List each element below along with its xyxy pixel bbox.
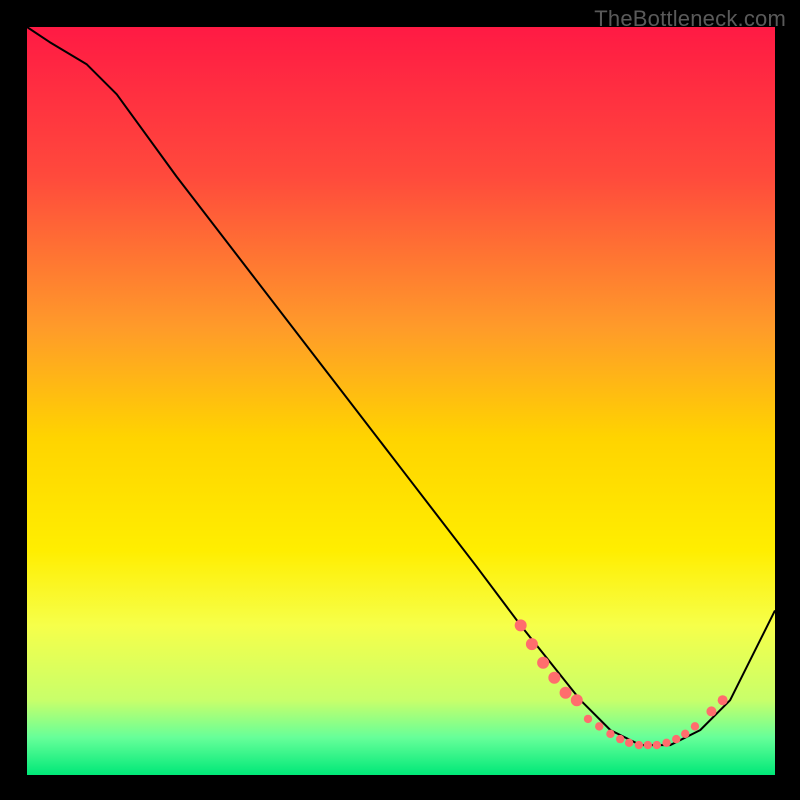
watermark-label: TheBottleneck.com (594, 6, 786, 32)
data-point (571, 694, 583, 706)
chart-frame: TheBottleneck.com (0, 0, 800, 800)
data-point (560, 687, 572, 699)
data-point (672, 735, 680, 743)
data-point (616, 735, 624, 743)
data-point (653, 741, 661, 749)
chart-gradient-background (27, 27, 775, 775)
data-point (584, 715, 592, 723)
data-point (606, 730, 614, 738)
data-point (635, 741, 643, 749)
plot-area (27, 27, 775, 775)
data-point (515, 619, 527, 631)
data-point (681, 730, 689, 738)
data-point (706, 706, 716, 716)
data-point (537, 657, 549, 669)
data-point (595, 722, 603, 730)
data-point (718, 695, 728, 705)
bottleneck-chart (27, 27, 775, 775)
data-point (662, 739, 670, 747)
data-point (691, 722, 699, 730)
data-point (644, 741, 652, 749)
data-point (548, 672, 560, 684)
data-point (625, 739, 633, 747)
data-point (526, 638, 538, 650)
